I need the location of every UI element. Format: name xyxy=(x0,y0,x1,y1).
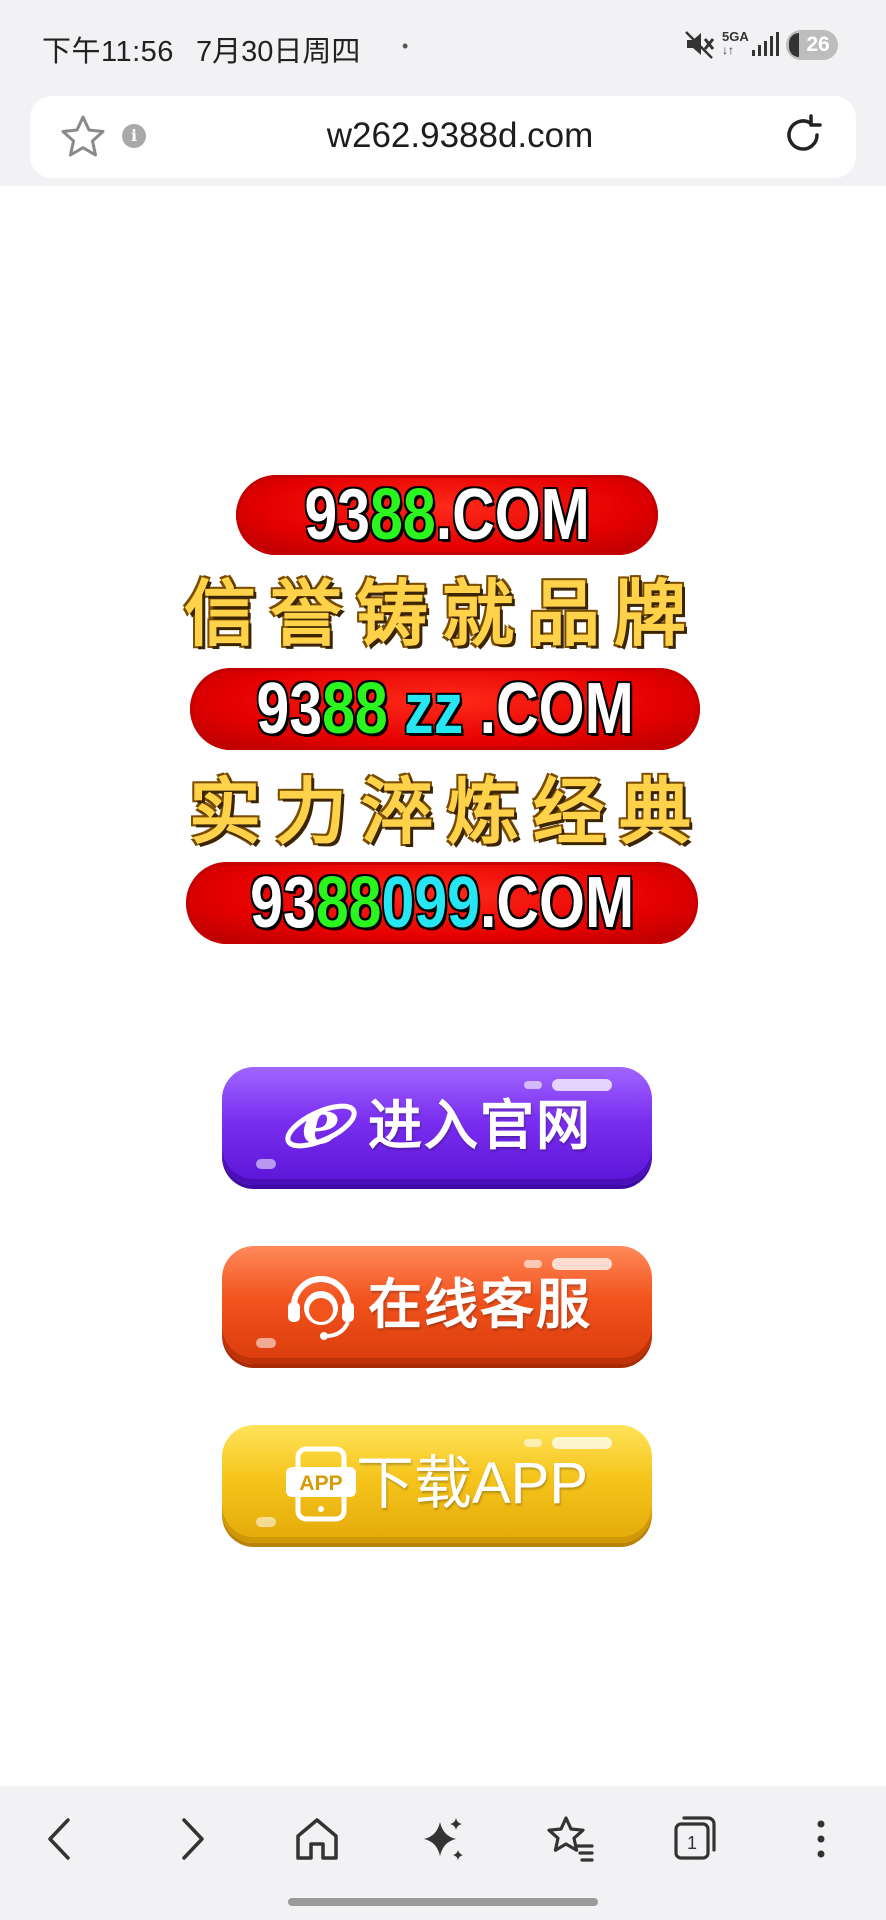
notification-dot: • xyxy=(402,36,409,56)
bookmarks-icon[interactable] xyxy=(542,1812,596,1866)
download-app-label: 下载APP xyxy=(356,1451,589,1516)
domain-3-part-green: 88 xyxy=(315,863,382,943)
url-text[interactable]: w262.9388d.com xyxy=(240,116,680,156)
svg-text:APP: APP xyxy=(299,1472,342,1495)
domain-1-part-white: 93 xyxy=(304,475,370,555)
signal-icon xyxy=(752,32,779,56)
home-icon[interactable] xyxy=(290,1812,344,1866)
phone-app-icon: APP xyxy=(286,1446,356,1522)
gloss-highlight xyxy=(524,1081,542,1089)
home-indicator[interactable] xyxy=(288,1898,598,1906)
svg-text:e: e xyxy=(302,1088,340,1158)
domain-3-part-cyan: 099 xyxy=(381,863,480,943)
ie-browser-icon: e xyxy=(285,1088,357,1158)
back-icon[interactable] xyxy=(34,1812,88,1866)
battery-icon: 26 xyxy=(786,30,838,60)
domain-1-part-green: 88 xyxy=(369,475,436,555)
headset-agent-icon xyxy=(288,1276,354,1340)
download-app-button[interactable]: APP 下载APP xyxy=(222,1425,652,1543)
gloss-highlight xyxy=(524,1439,542,1447)
gloss-highlight xyxy=(256,1159,276,1169)
online-service-button[interactable]: 在线客服 xyxy=(222,1246,652,1364)
gloss-highlight xyxy=(524,1260,542,1268)
status-time: 下午11:56 xyxy=(42,36,174,68)
domain-badge-3: 9388099.COM xyxy=(186,862,698,944)
ai-sparkle-icon[interactable] xyxy=(416,1812,470,1866)
network-type: 5GA ↓↑ xyxy=(722,29,749,57)
gloss-highlight xyxy=(552,1258,612,1270)
online-service-label: 在线客服 xyxy=(368,1275,592,1335)
site-info-icon[interactable]: i xyxy=(122,124,146,148)
gloss-highlight xyxy=(552,1079,612,1091)
domain-1-part-rest: .COM xyxy=(435,475,590,555)
slogan-2: 实力淬炼经典 xyxy=(155,770,739,854)
domain-2-part-white: 93 xyxy=(256,669,322,749)
enter-website-label: 进入官网 xyxy=(368,1096,592,1156)
domain-3-part-white: 93 xyxy=(249,863,316,943)
forward-icon[interactable] xyxy=(164,1812,218,1866)
domain-3-part-rest: .COM xyxy=(479,863,635,943)
gloss-highlight xyxy=(256,1517,276,1527)
bookmark-star-icon[interactable] xyxy=(58,112,108,162)
gloss-highlight xyxy=(256,1338,276,1348)
domain-2-part-cyan: zz xyxy=(404,669,464,749)
tabs-icon[interactable]: 1 xyxy=(668,1812,722,1866)
svg-text:1: 1 xyxy=(687,1833,697,1853)
enter-website-button[interactable]: e 进入官网 xyxy=(222,1067,652,1185)
menu-icon[interactable] xyxy=(794,1812,848,1866)
domain-badge-1: 9388.COM xyxy=(236,475,658,555)
domain-2-part-rest: .COM xyxy=(479,669,634,749)
domain-badge-2: 9388 zz .COM xyxy=(190,668,700,750)
status-date: 7月30日周四 xyxy=(196,36,361,68)
reload-icon[interactable] xyxy=(780,112,826,158)
mute-icon xyxy=(685,31,715,59)
gloss-highlight xyxy=(552,1437,612,1449)
domain-2-part-green: 88 xyxy=(321,669,388,749)
slogan-1: 信誉铸就品牌 xyxy=(150,572,734,656)
